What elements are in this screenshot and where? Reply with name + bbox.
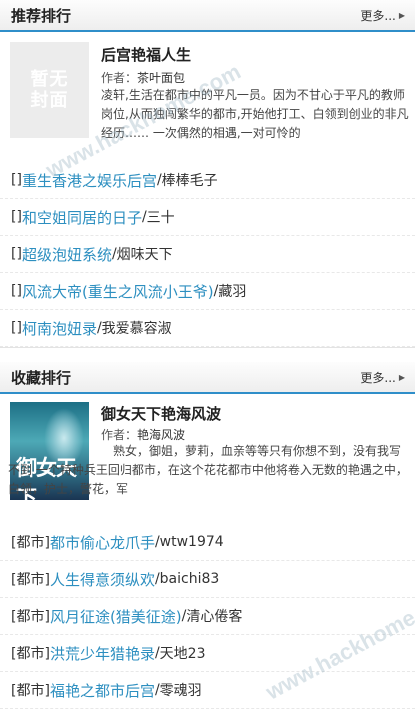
favorites-more-label[interactable]: 更多...	[360, 369, 395, 386]
list-item-category: []	[11, 246, 22, 262]
list-item[interactable]: [都市] 福艳之都市后宫 / 零魂羽	[0, 672, 415, 709]
list-item[interactable]: [] 和空姐同居的日子 / 三十	[0, 199, 415, 236]
list-item-category: []	[11, 283, 22, 299]
list-item-title-link[interactable]: 重生香港之娱乐后宫	[22, 170, 157, 191]
list-item[interactable]: [] 风流大帝(重生之风流小王爷) / 藏羽	[0, 273, 415, 310]
featured-book-author[interactable]: 艳海风波	[137, 428, 185, 442]
recommend-section: 推荐排行 更多... ▶ 暂无封面 后宫艳福人生 作者：茶叶面包 凌轩,生活在都…	[0, 0, 415, 347]
list-item-author[interactable]: wtw1974	[160, 534, 224, 550]
favorites-list: [都市] 都市偷心龙爪手 / wtw1974 [都市] 人生得意须纵欢 / baichi83…	[0, 524, 415, 709]
list-item-title-link[interactable]: 风月征途(猎美征途)	[50, 606, 182, 627]
list-item-author[interactable]: 零魂羽	[160, 680, 202, 700]
favorites-header: 收藏排行 更多... ▶	[0, 362, 415, 394]
list-item-title-link[interactable]: 人生得意须纵欢	[50, 569, 155, 590]
recommend-list: [] 重生香港之娱乐后宫 / 棒棒毛子 [] 和空姐同居的日子 / 三十 [] 超级泡妞系统 /…	[0, 162, 415, 347]
list-item-title-link[interactable]: 柯南泡妞录	[22, 318, 97, 339]
list-item-category: [都市]	[11, 609, 50, 625]
featured-book-description-text: 熟女，御姐，萝莉，血亲等等只有你想不到，没有我写不到 一个特种兵王回归都市，在这…	[8, 444, 408, 496]
list-item-category: [都市]	[11, 535, 50, 551]
favorites-section: 收藏排行 更多... ▶ 御女天下 御女天下艳海风波 作者：艳海风波 熟女，御姐…	[0, 362, 415, 709]
author-label: 作者：	[101, 428, 138, 442]
list-item[interactable]: [都市] 风月征途(猎美征途) / 清心倦客	[0, 598, 415, 635]
list-item[interactable]: [都市] 人生得意须纵欢 / baichi83	[0, 561, 415, 598]
list-item-category: []	[11, 209, 22, 225]
recommend-title: 推荐排行	[11, 6, 72, 25]
more-arrow-icon: ▶	[398, 372, 405, 382]
featured-book-description: 凌轩,生活在都市中的平凡一员。因为不甘心于平凡的教师岗位,从而独闯繁华的都市,开…	[101, 88, 409, 140]
list-item-category: [都市]	[11, 683, 50, 699]
list-item-author[interactable]: 我爱慕容淑	[102, 318, 172, 338]
featured-book-description: 熟女，御姐，萝莉，血亲等等只有你想不到，没有我写不到 一个特种兵王回归都市，在这…	[8, 442, 409, 502]
favorites-more-link[interactable]: 更多... ▶	[360, 369, 405, 386]
featured-book-author-row: 作者：艳海风波	[101, 426, 185, 443]
list-item-title-link[interactable]: 都市偷心龙爪手	[50, 532, 155, 553]
list-item-title-link[interactable]: 超级泡妞系统	[22, 244, 112, 265]
list-item-category: [都市]	[11, 572, 50, 588]
list-item-category: [都市]	[11, 646, 50, 662]
recommend-featured-book[interactable]: 暂无封面 后宫艳福人生 作者：茶叶面包 凌轩,生活在都市中的平凡一员。因为不甘心…	[0, 32, 415, 162]
list-item-author[interactable]: 藏羽	[218, 281, 246, 301]
recommend-more-link[interactable]: 更多... ▶	[360, 7, 405, 24]
list-item[interactable]: [] 超级泡妞系统 / 烟味天下	[0, 236, 415, 273]
cover-placeholder-text: 暂无封面	[30, 69, 69, 111]
featured-book-author-row: 作者：茶叶面包	[101, 69, 185, 86]
featured-book-title[interactable]: 御女天下艳海风波	[101, 403, 221, 424]
list-item-title-link[interactable]: 福艳之都市后宫	[50, 680, 155, 701]
list-item-title-link[interactable]: 和空姐同居的日子	[22, 207, 142, 228]
section-divider	[0, 347, 415, 362]
more-arrow-icon: ▶	[398, 10, 405, 20]
author-label: 作者：	[101, 71, 138, 85]
list-item[interactable]: [都市] 洪荒少年猎艳录 / 天地23	[0, 635, 415, 672]
list-item-title-link[interactable]: 洪荒少年猎艳录	[50, 643, 155, 664]
recommend-more-label[interactable]: 更多...	[360, 7, 395, 24]
favorites-featured-book[interactable]: 御女天下 御女天下艳海风波 作者：艳海风波 熟女，御姐，萝莉，血亲等等只有你想不…	[0, 394, 415, 524]
featured-book-title[interactable]: 后宫艳福人生	[101, 44, 191, 65]
list-item[interactable]: [] 柯南泡妞录 / 我爱慕容淑	[0, 310, 415, 347]
list-item-author[interactable]: 烟味天下	[117, 244, 173, 264]
list-item-category: []	[11, 320, 22, 336]
list-item-author[interactable]: baichi83	[160, 571, 220, 587]
featured-book-author[interactable]: 茶叶面包	[137, 71, 185, 85]
favorites-title: 收藏排行	[11, 368, 72, 387]
list-item-author[interactable]: 天地23	[160, 643, 206, 663]
book-cover-placeholder[interactable]: 暂无封面	[10, 42, 89, 138]
list-item[interactable]: [] 重生香港之娱乐后宫 / 棒棒毛子	[0, 162, 415, 199]
list-item-title-link[interactable]: 风流大帝(重生之风流小王爷)	[22, 281, 214, 302]
list-item[interactable]: [都市] 都市偷心龙爪手 / wtw1974	[0, 524, 415, 561]
list-item-author[interactable]: 三十	[147, 207, 175, 227]
list-item-author[interactable]: 清心倦客	[186, 606, 242, 626]
recommend-header: 推荐排行 更多... ▶	[0, 0, 415, 32]
list-item-author[interactable]: 棒棒毛子	[162, 170, 218, 190]
list-item-category: []	[11, 172, 22, 188]
